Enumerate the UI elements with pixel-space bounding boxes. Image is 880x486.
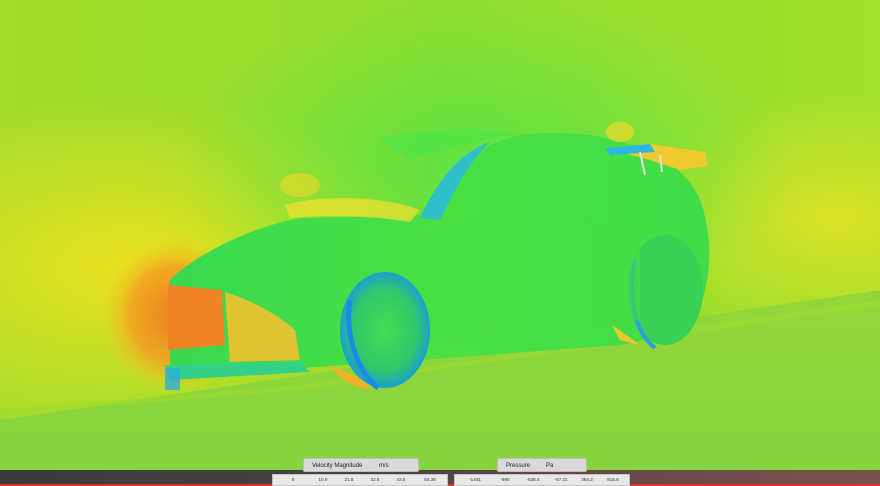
velocity-legend-title: Velocity Magnitude m/s bbox=[303, 458, 419, 472]
pressure-legend-title: Pressure Pa bbox=[497, 458, 587, 472]
pressure-tick: -990 bbox=[500, 477, 510, 482]
pressure-tick: -1441 bbox=[469, 477, 481, 482]
pressure-legend-scale: -1441 -990 -538.5 -87.21 364.2 815.6 bbox=[454, 474, 630, 486]
velocity-tick: 10.9 bbox=[318, 477, 328, 482]
velocity-tick: 54.35 bbox=[424, 477, 436, 482]
velocity-tick: 43.5 bbox=[396, 477, 406, 482]
pressure-legend-label: Pressure bbox=[506, 463, 531, 469]
velocity-legend-label: Velocity Magnitude bbox=[312, 463, 363, 469]
pressure-tick: -87.21 bbox=[554, 477, 568, 482]
pressure-legend-unit: Pa bbox=[546, 463, 554, 469]
velocity-tick: 0 bbox=[291, 477, 295, 482]
cfd-viewport[interactable]: Velocity Magnitude m/s 0 10.9 21.8 32.6 … bbox=[0, 0, 880, 486]
pressure-tick: 364.2 bbox=[581, 477, 593, 482]
pressure-tick: -538.5 bbox=[526, 477, 540, 482]
velocity-tick: 21.8 bbox=[344, 477, 354, 482]
cfd-simulation-render bbox=[0, 0, 880, 486]
velocity-legend-scale: 0 10.9 21.8 32.6 43.5 54.35 bbox=[272, 474, 448, 486]
velocity-tick: 32.6 bbox=[370, 477, 380, 482]
pressure-tick: 815.6 bbox=[607, 477, 619, 482]
velocity-legend-unit: m/s bbox=[379, 463, 389, 469]
